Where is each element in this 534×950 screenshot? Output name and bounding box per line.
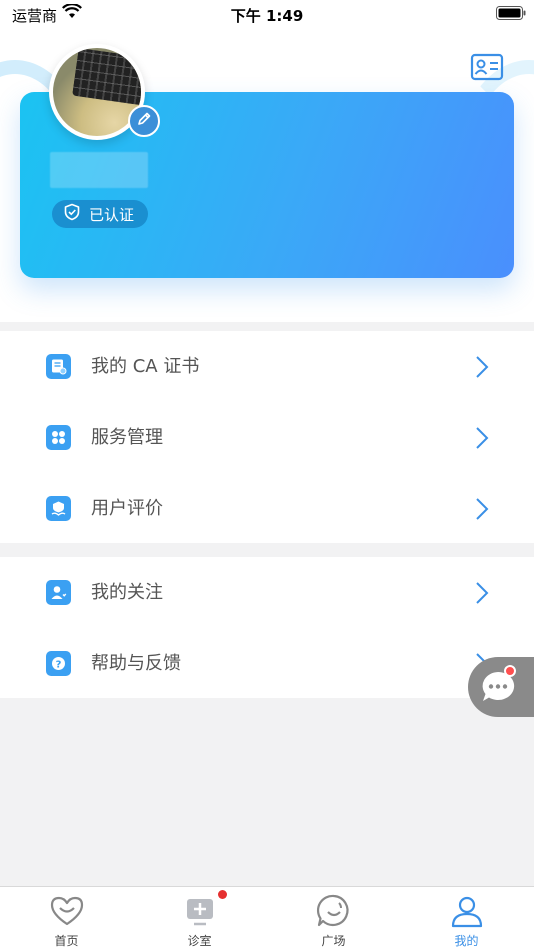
tab-label: 诊室 — [187, 934, 212, 948]
heart-smile-icon — [49, 893, 85, 929]
menu-item-user-reviews[interactable]: 用户评价 — [0, 473, 534, 544]
menu-item-label: 用户评价 — [91, 498, 163, 519]
verified-badge: 已认证 — [52, 200, 148, 228]
menu-item-my-follows[interactable]: 我的关注 — [0, 557, 534, 628]
help-icon: ? — [46, 651, 71, 676]
menu-item-help-feedback[interactable]: ? 帮助与反馈 — [0, 628, 534, 699]
verified-label: 已认证 — [89, 205, 135, 224]
plaza-chat-icon — [316, 893, 352, 929]
tab-mine[interactable]: 我的 — [400, 887, 533, 950]
status-time: 下午 1:49 — [230, 7, 304, 25]
chevron-right-icon — [474, 496, 490, 522]
tab-label: 我的 — [454, 934, 479, 948]
chevron-right-icon — [474, 580, 490, 606]
menu-item-ca-certificate[interactable]: 我的 CA 证书 — [0, 331, 534, 402]
menu-item-label: 服务管理 — [91, 427, 163, 448]
svg-text:?: ? — [56, 659, 62, 670]
tab-clinic[interactable]: 诊室 — [133, 887, 266, 950]
status-bar: 运营商 下午 1:49 — [0, 0, 534, 28]
menu-group-secondary: 我的关注 ? 帮助与反馈 — [0, 557, 534, 698]
menu-item-label: 帮助与反馈 — [91, 653, 181, 674]
tab-label: 广场 — [321, 934, 346, 948]
grid-icon — [46, 425, 71, 450]
id-card-icon[interactable] — [470, 50, 504, 84]
chevron-right-icon — [474, 425, 490, 451]
user-icon — [449, 893, 485, 929]
user-name-redacted — [50, 152, 148, 188]
battery-icon — [496, 6, 526, 24]
tab-plaza[interactable]: 广场 — [267, 887, 400, 950]
floating-chat-button[interactable] — [468, 657, 534, 717]
review-icon — [46, 496, 71, 521]
shield-check-icon — [63, 203, 89, 225]
menu-item-service-management[interactable]: 服务管理 — [0, 402, 534, 473]
chat-notification-dot — [504, 665, 516, 677]
menu-group-primary: 我的 CA 证书 服务管理 用户评价 — [0, 331, 534, 543]
header-area: 运营商 下午 1:49 已认证 — [0, 0, 534, 322]
menu-item-label: 我的 CA 证书 — [91, 356, 200, 377]
edit-avatar-button[interactable] — [128, 105, 160, 137]
tab-home[interactable]: 首页 — [0, 887, 133, 950]
tab-label: 首页 — [54, 934, 79, 948]
tab-bar: 首页 诊室 广场 我的 — [0, 886, 534, 950]
menu-item-label: 我的关注 — [91, 582, 163, 603]
follow-icon — [46, 580, 71, 605]
pencil-icon — [136, 111, 152, 131]
tab-notification-dot — [218, 890, 227, 899]
clinic-icon — [182, 893, 218, 929]
chevron-right-icon — [474, 354, 490, 380]
header-actions: 9+ — [334, 50, 534, 84]
certificate-icon — [46, 354, 71, 379]
